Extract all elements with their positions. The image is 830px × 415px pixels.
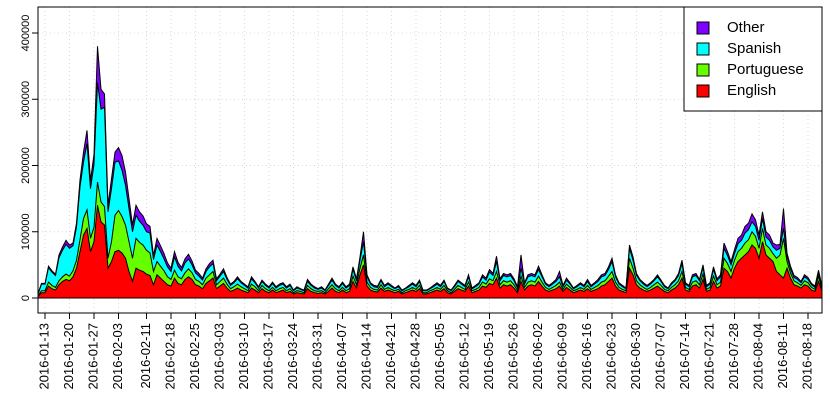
x-tick-label: 2016-05-26 <box>505 323 520 390</box>
x-tick-label: 2016-05-12 <box>456 323 471 390</box>
x-tick-label: 2016-05-19 <box>481 323 496 390</box>
legend-label-spanish: Spanish <box>727 40 781 57</box>
x-tick-label: 2016-06-16 <box>579 323 594 390</box>
x-tick-label: 2016-02-25 <box>187 323 202 390</box>
x-tick-label: 2016-02-18 <box>162 323 177 390</box>
x-tick-label: 2016-07-21 <box>701 323 716 390</box>
legend-swatch-spanish <box>696 42 710 56</box>
legend: Other Spanish Portuguese English <box>683 6 823 112</box>
x-tick-label: 2016-08-11 <box>775 323 790 389</box>
x-tick-label: 2016-04-28 <box>407 323 422 390</box>
x-tick-label: 2016-06-09 <box>554 323 569 390</box>
x-tick-label: 2016-04-14 <box>358 323 373 390</box>
x-tick-label: 2016-03-10 <box>236 323 251 390</box>
x-tick-label: 2016-07-07 <box>652 323 667 390</box>
x-tick-label: 2016-06-02 <box>530 323 545 390</box>
x-tick-label: 2016-07-14 <box>677 323 692 390</box>
x-tick-label: 2016-01-13 <box>36 323 51 390</box>
x-tick-label: 2016-01-20 <box>61 323 76 390</box>
y-tick-label: 400000 <box>20 15 32 52</box>
x-tick-label: 2016-08-18 <box>799 323 814 390</box>
y-tick-label: 200000 <box>20 147 32 184</box>
x-tick-label: 2016-01-27 <box>85 323 100 390</box>
x-tick-label: 2016-02-11 <box>138 323 153 389</box>
y-tick-label: 0 <box>20 295 32 301</box>
legend-label-english: English <box>727 82 776 99</box>
y-tick-label: 100000 <box>20 213 32 250</box>
stacked-area-chart: 0100000200000300000400000 2016-01-13 2016… <box>20 6 823 390</box>
x-tick-label: 2016-05-05 <box>432 323 447 390</box>
x-tick-label: 2016-03-03 <box>211 323 226 390</box>
x-tick-label: 2016-03-31 <box>309 323 324 390</box>
x-tick-label: 2016-03-17 <box>260 323 275 390</box>
legend-swatch-portuguese <box>696 63 710 77</box>
legend-swatch-english <box>696 84 710 98</box>
legend-label-other: Other <box>727 19 765 36</box>
x-tick-label: 2016-08-04 <box>750 323 765 390</box>
x-tick-label: 2016-04-21 <box>383 323 398 390</box>
area-spanish <box>38 82 822 297</box>
x-tick-label: 2016-02-03 <box>110 323 125 390</box>
x-tick-label: 2016-07-28 <box>726 323 741 390</box>
x-tick-label: 2016-06-30 <box>628 323 643 390</box>
x-axis: 2016-01-13 2016-01-20 2016-01-27 2016-02-03… <box>36 313 814 390</box>
y-axis: 0 100000 200000 300000 400000 <box>20 15 38 301</box>
y-tick-label: 300000 <box>20 81 32 118</box>
x-tick-label: 2016-06-23 <box>603 323 618 390</box>
x-tick-label: 2016-03-24 <box>285 323 300 390</box>
legend-swatch-other <box>696 21 710 35</box>
legend-label-portuguese: Portuguese <box>727 61 804 78</box>
x-tick-label: 2016-04-07 <box>334 323 349 390</box>
